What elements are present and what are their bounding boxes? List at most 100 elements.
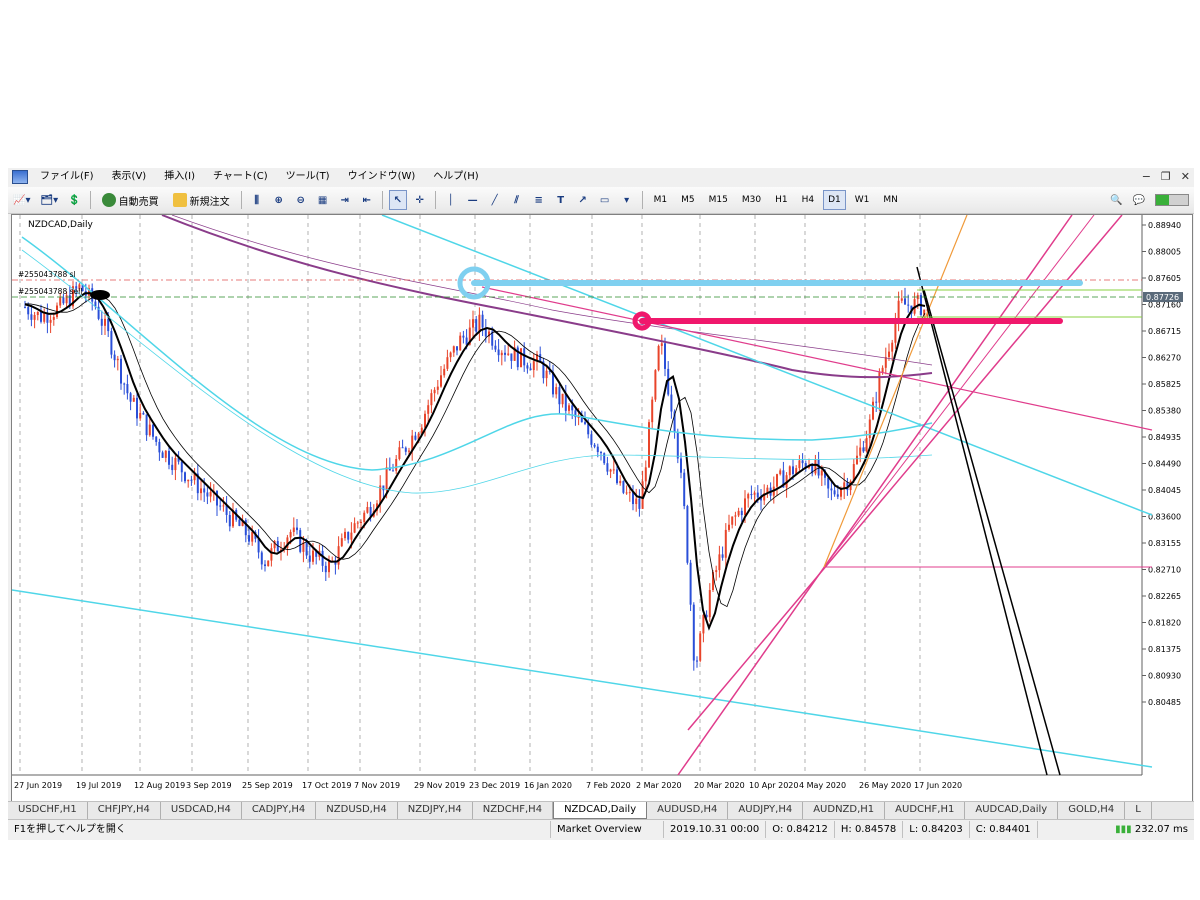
chart-tab[interactable]: NZDJPY,H4	[398, 802, 473, 819]
chart-tab[interactable]: NZDUSD,H4	[316, 802, 398, 819]
candle-body	[526, 365, 529, 369]
menu-tools[interactable]: ツール(T)	[280, 168, 342, 186]
crosshair-icon[interactable]: ✛	[411, 190, 429, 210]
timeframe-mn[interactable]: MN	[878, 190, 903, 210]
candle-body	[216, 490, 218, 506]
arrow-icon[interactable]: ↗	[574, 190, 592, 210]
candle-body	[184, 472, 186, 482]
shapes-dropdown-icon[interactable]: ▾	[618, 190, 636, 210]
candle-body	[510, 353, 513, 361]
chart-shift-icon[interactable]: ⇥	[336, 190, 354, 210]
menu-chart[interactable]: チャート(C)	[207, 168, 280, 186]
candle-body	[123, 383, 126, 385]
tile-windows-icon[interactable]: ▦	[314, 190, 332, 210]
candle-body	[366, 507, 369, 513]
candle-body	[718, 554, 721, 571]
chart-tab[interactable]: AUDCHF,H1	[885, 802, 966, 819]
price-tick-label: 0.88940	[1148, 221, 1181, 230]
fibonacci-icon[interactable]: ≡	[530, 190, 548, 210]
chart-tab[interactable]: NZDCAD,Daily	[553, 802, 648, 819]
candle-body	[481, 314, 484, 328]
candle-body	[545, 370, 548, 379]
trendline-icon[interactable]: ╱	[486, 190, 504, 210]
price-tick-label: 0.84935	[1148, 433, 1181, 442]
timeframe-m5[interactable]: M5	[676, 190, 700, 210]
bar-chart-icon[interactable]: ⫼	[248, 190, 266, 210]
chart-window[interactable]: NZDCAD,Daily 0.88940 0.88005 0.87605 0.8716…	[11, 214, 1193, 802]
candle-body	[715, 570, 718, 573]
timeframe-h1[interactable]: H1	[770, 190, 793, 210]
chart-tab[interactable]: GOLD,H4	[1058, 802, 1126, 819]
date-tick-label: 2 Mar 2020	[636, 781, 682, 790]
profile-name[interactable]: Market Overview	[551, 821, 664, 838]
channel-icon[interactable]: ⫽	[508, 190, 526, 210]
zoom-in-icon[interactable]: ⊕	[270, 190, 288, 210]
minimize-icon[interactable]: −	[1142, 168, 1151, 186]
trendline-cyan-upper	[381, 215, 1153, 516]
chat-icon[interactable]: 💬	[1130, 190, 1148, 210]
vertical-line-icon[interactable]: │	[442, 190, 460, 210]
text-icon[interactable]: T	[552, 190, 570, 210]
horizontal-line-icon[interactable]: —	[464, 190, 482, 210]
candle-body	[324, 565, 327, 573]
menu-help[interactable]: ヘルプ(H)	[427, 168, 490, 186]
close-icon[interactable]: ✕	[1181, 168, 1190, 186]
candle-body	[161, 452, 164, 458]
new-chart-icon[interactable]: 📈▾	[10, 190, 33, 210]
candle-body	[724, 529, 727, 558]
auto-trade-button[interactable]: 自動売買	[97, 190, 164, 210]
zoom-out-icon[interactable]: ⊖	[292, 190, 310, 210]
chart-tab[interactable]: AUDCAD,Daily	[965, 802, 1059, 819]
candle-body	[737, 510, 740, 516]
search-icon[interactable]: 🔍	[1107, 190, 1125, 210]
menu-view[interactable]: 表示(V)	[106, 168, 159, 186]
chart-tab[interactable]: AUDJPY,H4	[728, 802, 804, 819]
menu-file[interactable]: ファイル(F)	[34, 168, 106, 186]
market-watch-icon[interactable]: 💲	[65, 190, 83, 210]
candle-body	[779, 470, 782, 475]
new-order-button[interactable]: 新規注文	[168, 190, 235, 210]
chart-tab[interactable]: USDCAD,H4	[161, 802, 242, 819]
profiles-icon[interactable]: 🗂▾	[37, 190, 61, 210]
chart-tab[interactable]: L	[1125, 802, 1152, 819]
candle-body	[670, 394, 673, 412]
candle-body	[289, 531, 292, 538]
menu-insert[interactable]: 挿入(I)	[158, 168, 207, 186]
chart-tab[interactable]: CADJPY,H4	[242, 802, 317, 819]
cursor-icon[interactable]: ↖	[388, 190, 407, 210]
candle-body	[126, 384, 129, 394]
chart-tab[interactable]: USDCHF,H1	[8, 802, 88, 819]
price-chart[interactable]: NZDCAD,Daily 0.889400.880050.876050.8716…	[12, 215, 1192, 801]
candle-body	[628, 492, 631, 494]
price-tick-label: 0.88005	[1148, 248, 1181, 257]
trendline-pink-1	[677, 215, 1073, 776]
trendline-pink-3	[823, 215, 1095, 568]
timeframe-m15[interactable]: M15	[704, 190, 733, 210]
candle-body	[30, 314, 33, 320]
timeframe-m1[interactable]: M1	[649, 190, 673, 210]
candle-body	[606, 463, 609, 472]
toolbar-separator	[89, 191, 91, 209]
chart-tab[interactable]: AUDUSD,H4	[647, 802, 729, 819]
menu-window[interactable]: ウインドウ(W)	[342, 168, 428, 186]
candle-body	[129, 393, 132, 402]
timeframe-w1[interactable]: W1	[850, 190, 875, 210]
auto-scroll-icon[interactable]: ⇤	[358, 190, 376, 210]
candle-body	[744, 498, 746, 516]
candle-body	[593, 444, 596, 447]
chart-tab[interactable]: NZDCHF,H4	[473, 802, 554, 819]
candle-body	[756, 492, 759, 498]
chart-tab[interactable]: AUDNZD,H1	[803, 802, 886, 819]
candle-body	[500, 352, 503, 356]
restore-icon[interactable]: ❐	[1161, 168, 1171, 186]
toolbar-separator	[641, 191, 643, 209]
price-tick-label: 0.85825	[1148, 380, 1181, 389]
timeframe-h4[interactable]: H4	[797, 190, 820, 210]
chart-tab[interactable]: CHFJPY,H4	[88, 802, 161, 819]
timeframe-m30[interactable]: M30	[737, 190, 766, 210]
candle-body	[206, 492, 209, 497]
timeframe-d1[interactable]: D1	[823, 190, 846, 210]
ma-purple-2	[171, 215, 933, 366]
rectangle-icon[interactable]: ▭	[596, 190, 614, 210]
candle-body	[132, 397, 135, 402]
